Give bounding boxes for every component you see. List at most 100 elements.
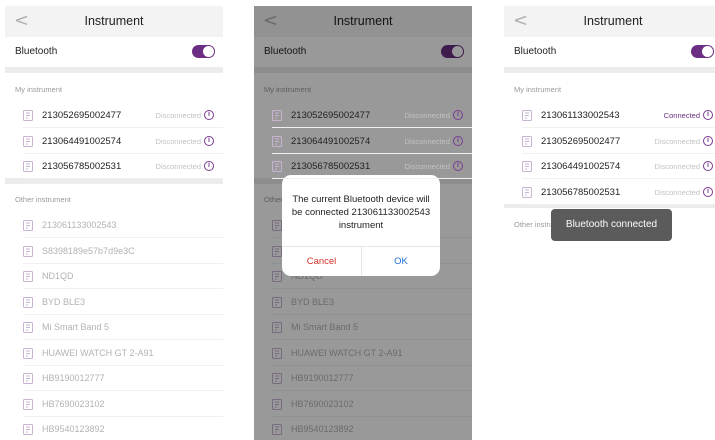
dialog-message: The current Bluetooth device will be con… [291, 194, 431, 231]
instrument-serial: ND1QD [42, 271, 74, 281]
info-circle-icon[interactable]: i [453, 110, 463, 120]
connection-status: Disconnected [654, 162, 700, 171]
connection-status: Disconnected [155, 162, 201, 171]
device-icon [272, 161, 282, 172]
row-divider [23, 178, 223, 179]
bluetooth-label: Bluetooth [15, 46, 58, 57]
connection-status: Disconnected [654, 187, 700, 197]
other-instrument-row[interactable]: ND1QD [5, 263, 223, 289]
section-divider [504, 204, 715, 208]
row-divider [522, 203, 715, 205]
device-icon [23, 424, 33, 435]
other-instrument-row[interactable]: HUAWEI WATCH GT 2-A91 [5, 340, 223, 366]
my-instrument-heading: My instrument [514, 85, 562, 94]
other-instrument-row[interactable]: HB9540123892 [5, 416, 223, 440]
instrument-serial: 213056785002531 [42, 161, 122, 172]
info-circle-icon[interactable]: i [453, 161, 463, 171]
instrument-row[interactable]: 213061133002543 Connected i [504, 102, 715, 128]
other-instrument-row[interactable]: Mi Smart Band 5 [5, 314, 223, 340]
info-circle-icon[interactable]: i [453, 135, 463, 146]
page-title: Instrument [583, 14, 643, 28]
other-instrument-row[interactable]: HB9190012777 [5, 365, 223, 391]
device-icon [23, 110, 33, 121]
top-bar: < Instrument [504, 6, 715, 37]
instrument-serial: BYD BLE3 [42, 296, 86, 307]
device-icon [522, 186, 532, 198]
instrument-serial: HB7690023102 [42, 398, 105, 409]
bluetooth-toggle[interactable] [192, 45, 215, 58]
device-icon [23, 245, 33, 257]
page-title: Instrument [84, 14, 144, 28]
device-icon [522, 110, 532, 121]
info-circle-icon[interactable]: i [703, 110, 713, 120]
instrument-serial: 213056785002531 [291, 161, 371, 172]
instrument-row[interactable]: 213064491002574 Disconnected i [5, 128, 223, 154]
instrument-row[interactable]: 213056785002531 Disconnected i [254, 153, 472, 179]
instrument-row[interactable]: 213056785002531 Disconnected i [504, 179, 715, 205]
instrument-row[interactable]: 213052695002477 Disconnected i [254, 102, 472, 128]
instrument-serial: 213061133002543 [541, 110, 620, 121]
info-circle-icon[interactable]: i [204, 135, 214, 146]
connection-status: Disconnected [404, 111, 450, 120]
screen-instrument-list: < Instrument Bluetooth My instrument Oth… [5, 6, 223, 440]
instrument-row[interactable]: 213064491002574 Disconnected i [254, 128, 472, 154]
bluetooth-toggle[interactable] [691, 45, 714, 58]
instrument-serial: HUAWEI WATCH GT 2-A91 [42, 347, 154, 358]
bluetooth-label: Bluetooth [514, 46, 557, 57]
device-icon [23, 271, 33, 282]
cancel-button[interactable]: Cancel [282, 247, 361, 276]
other-instrument-row[interactable]: S8398189e57b7d9e3C [5, 238, 223, 264]
device-icon [522, 161, 532, 172]
device-icon [23, 135, 33, 147]
device-icon [272, 135, 282, 147]
screen-connect-dialog: < Instrument Bluetooth My instrument Oth… [254, 6, 472, 440]
device-icon [23, 220, 33, 231]
instrument-serial: 213056785002531 [541, 186, 621, 198]
device-icon [23, 398, 33, 410]
bluetooth-row: Bluetooth [5, 37, 223, 67]
connect-dialog: The current Bluetooth device will be con… [282, 175, 440, 276]
device-icon [23, 161, 33, 172]
instrument-serial: HB9540123892 [42, 424, 105, 434]
instrument-serial: 213052695002477 [291, 110, 371, 121]
connection-status: Disconnected [155, 136, 201, 146]
section-divider [5, 67, 223, 73]
connection-status: Disconnected [155, 111, 201, 120]
instrument-serial: Mi Smart Band 5 [42, 322, 110, 332]
instrument-row[interactable]: 213052695002477 Disconnected i [504, 128, 715, 154]
other-instrument-heading: Other instrument [15, 195, 71, 204]
info-circle-icon[interactable]: i [703, 186, 713, 197]
instrument-serial: 213064491002574 [541, 161, 621, 172]
ok-button[interactable]: OK [362, 247, 440, 276]
other-instrument-row[interactable]: BYD BLE3 [5, 289, 223, 315]
toast-message: Bluetooth connected [551, 209, 672, 241]
row-divider [272, 178, 472, 179]
device-icon [272, 110, 282, 121]
info-circle-icon[interactable]: i [204, 161, 214, 171]
info-circle-icon[interactable]: i [703, 135, 713, 146]
instrument-serial: 213064491002574 [291, 135, 371, 147]
device-icon [23, 322, 33, 333]
info-circle-icon[interactable]: i [703, 161, 713, 171]
other-instrument-row[interactable]: HB7690023102 [5, 391, 223, 417]
my-instrument-heading: My instrument [15, 85, 63, 94]
instrument-serial: 213064491002574 [42, 135, 122, 147]
top-bar: < Instrument [5, 6, 223, 37]
instrument-row[interactable]: 213064491002574 Disconnected i [504, 153, 715, 179]
instrument-serial: HB9190012777 [42, 373, 105, 383]
connection-status: Connected [663, 111, 700, 120]
device-icon [23, 347, 33, 359]
instrument-serial: S8398189e57b7d9e3C [42, 245, 135, 256]
bluetooth-row: Bluetooth [504, 37, 715, 67]
other-instrument-row[interactable]: 213061133002543 [5, 212, 223, 238]
connection-status: Disconnected [404, 136, 450, 146]
connection-status: Disconnected [654, 136, 700, 146]
section-divider [504, 67, 715, 73]
device-icon [23, 296, 33, 308]
device-icon [23, 373, 33, 384]
info-circle-icon[interactable]: i [204, 110, 214, 120]
instrument-row[interactable]: 213056785002531 Disconnected i [5, 153, 223, 179]
instrument-row[interactable]: 213052695002477 Disconnected i [5, 102, 223, 128]
toggle-knob [702, 46, 713, 57]
instrument-serial: 213052695002477 [42, 110, 122, 121]
